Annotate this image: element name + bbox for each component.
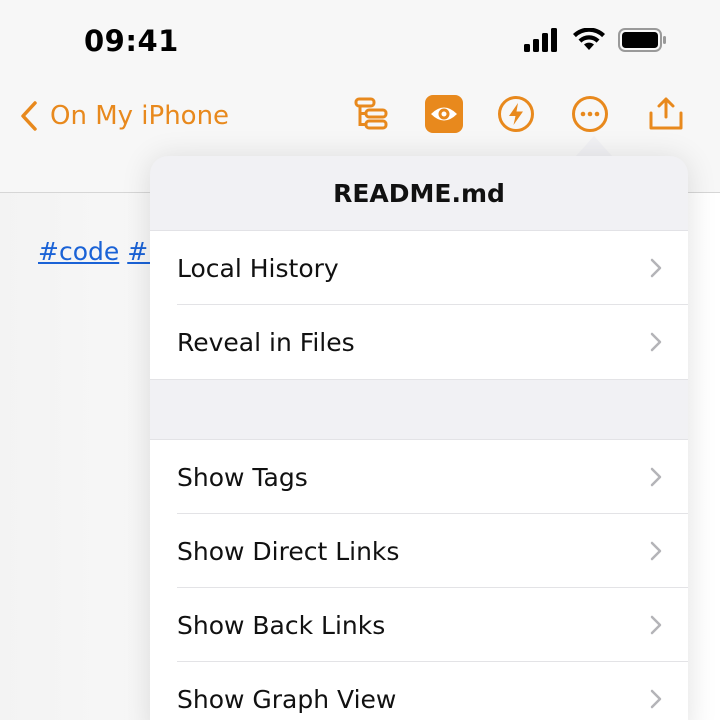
document-tags: #code #i bbox=[38, 237, 163, 266]
toolbar-icons bbox=[352, 94, 686, 134]
menu-item-label: Reveal in Files bbox=[177, 327, 355, 357]
back-button[interactable]: On My iPhone bbox=[20, 98, 229, 134]
back-button-label: On My iPhone bbox=[50, 101, 230, 131]
chevron-right-icon bbox=[650, 332, 662, 352]
chevron-right-icon bbox=[650, 689, 662, 709]
preview-eye-icon[interactable] bbox=[424, 94, 464, 134]
chevron-left-icon bbox=[21, 101, 37, 131]
menu-item-show-direct-links[interactable]: Show Direct Links bbox=[150, 514, 688, 588]
more-ellipsis-icon[interactable] bbox=[570, 94, 610, 134]
chevron-right-icon bbox=[650, 615, 662, 635]
chevron-right-icon bbox=[650, 467, 662, 487]
menu-group-file: Local History Reveal in Files bbox=[150, 231, 688, 379]
menu-item-show-tags[interactable]: Show Tags bbox=[150, 440, 688, 514]
menu-item-label: Show Back Links bbox=[177, 610, 386, 640]
menu-group-separator bbox=[150, 379, 688, 440]
status-icons bbox=[524, 27, 668, 56]
menu-item-local-history[interactable]: Local History bbox=[150, 231, 688, 305]
status-time: 09:41 bbox=[84, 24, 179, 58]
outline-icon[interactable] bbox=[352, 94, 392, 134]
wifi-icon bbox=[572, 27, 606, 56]
menu-item-show-back-links[interactable]: Show Back Links bbox=[150, 588, 688, 662]
cellular-signal-icon bbox=[524, 28, 560, 56]
menu-item-reveal-in-files[interactable]: Reveal in Files bbox=[150, 305, 688, 379]
chevron-right-icon bbox=[650, 541, 662, 561]
menu-item-label: Show Tags bbox=[177, 462, 308, 492]
menu-group-views: Show Tags Show Direct Links Show Back Li… bbox=[150, 440, 688, 720]
chevron-right-icon bbox=[650, 258, 662, 278]
menu-item-label: Show Direct Links bbox=[177, 536, 400, 566]
share-icon[interactable] bbox=[646, 94, 686, 134]
menu-item-label: Show Graph View bbox=[177, 684, 397, 714]
lightning-icon[interactable] bbox=[496, 94, 536, 134]
menu-item-show-graph-view[interactable]: Show Graph View bbox=[150, 662, 688, 720]
status-bar: 09:41 bbox=[0, 0, 720, 86]
menu-item-label: Local History bbox=[177, 253, 339, 283]
battery-icon bbox=[618, 28, 668, 56]
tag-link[interactable]: #code bbox=[38, 237, 119, 266]
more-menu-popover: README.md Local History Reveal in Files … bbox=[150, 156, 688, 720]
menu-title: README.md bbox=[150, 156, 688, 231]
popover-arrow bbox=[576, 136, 612, 156]
